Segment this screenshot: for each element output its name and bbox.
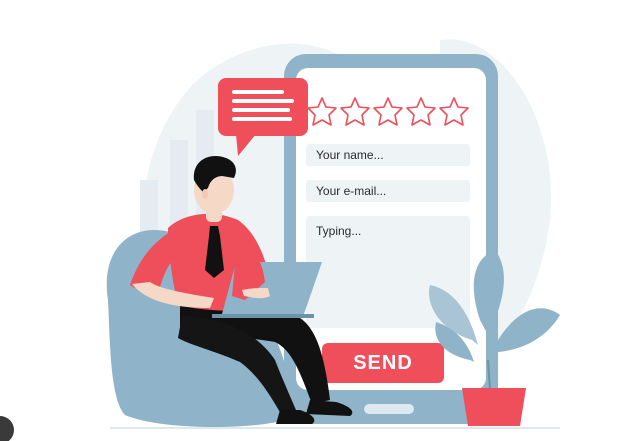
email-field-placeholder: Your e-mail... <box>316 184 387 198</box>
message-field-placeholder: Typing... <box>316 224 362 238</box>
name-field-placeholder: Your name... <box>316 148 384 162</box>
watermark-dot <box>0 416 14 441</box>
plant-pot <box>462 388 526 426</box>
send-button[interactable]: SEND <box>322 343 444 383</box>
review-illustration: Your name... Your e-mail... Typing... SE… <box>0 0 622 441</box>
illustration-svg <box>0 39 560 441</box>
